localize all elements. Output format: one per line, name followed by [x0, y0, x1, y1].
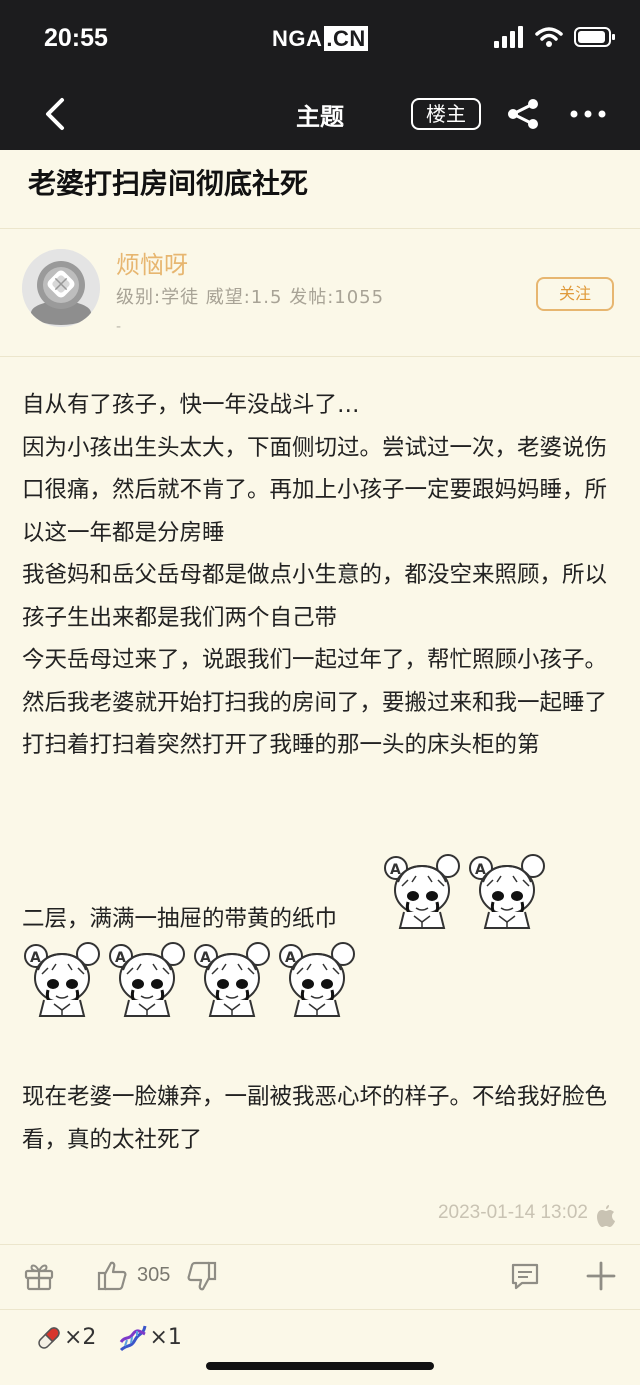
plus-icon	[586, 1261, 616, 1291]
status-time: 20:55	[44, 24, 108, 52]
dislike-button[interactable]	[184, 1259, 218, 1293]
crying-girl-sticker-icon: A	[194, 942, 270, 1017]
post-paragraph: 然后我老婆就开始打扫我的房间了，要搬过来和我一起睡了	[22, 689, 608, 716]
rewards-row: ×2 ×1	[34, 1322, 188, 1354]
reward-count: ×2	[64, 1325, 97, 1350]
share-button[interactable]	[505, 96, 541, 132]
dna-icon	[120, 1325, 147, 1352]
post-body: 自从有了孩子，快一年没战斗了… 因为小孩出生头太大，下面侧切过。尝试过一次，老婆…	[22, 384, 618, 767]
like-count: 305	[137, 1264, 171, 1286]
post-paragraph: 二层，满满一抽屉的带黄的纸巾	[22, 906, 338, 932]
post-paragraph: 因为小孩出生头太大，下面侧切过。尝试过一次，老婆说伤口很痛，然后就不肯了。再加上…	[22, 434, 608, 546]
post-paragraph: 自从有了孩子，快一年没战斗了…	[22, 392, 360, 418]
pill-icon	[38, 1327, 60, 1349]
author-name[interactable]: 烦恼呀	[116, 245, 188, 280]
author-block: 烦恼呀 级别:学徒 威望:1.5 发帖:1055 - 关注	[0, 229, 640, 357]
reply-plus-button[interactable]	[584, 1259, 618, 1293]
author-stats: 级别:学徒 威望:1.5 发帖:1055	[116, 287, 385, 308]
crying-girl-sticker-icon: A	[384, 854, 460, 929]
share-icon	[508, 99, 538, 129]
crying-girl-sticker-icon: A	[469, 854, 545, 929]
app-logo-text: NGA	[272, 26, 323, 51]
post-action-bar: 305	[0, 1244, 640, 1310]
reward-item: ×1	[117, 1322, 182, 1354]
comment-button[interactable]	[508, 1259, 542, 1293]
follow-button[interactable]: 关注	[536, 277, 614, 311]
gift-icon	[24, 1264, 54, 1291]
like-button[interactable]	[96, 1259, 130, 1293]
sticker-row: AA	[382, 852, 552, 936]
op-only-button[interactable]: 楼主	[411, 98, 481, 130]
wifi-icon	[535, 27, 563, 47]
system-icons	[493, 26, 616, 52]
thumbs-up-icon	[97, 1261, 127, 1291]
reward-item: ×2	[34, 1323, 96, 1353]
more-icon	[570, 110, 606, 118]
comment-icon	[511, 1263, 539, 1290]
sticker-row: AAAA	[22, 940, 362, 1024]
crying-girl-sticker-icon: A	[24, 942, 100, 1017]
post-paragraph: 打扫着打扫着突然打开了我睡的那一头的床头柜的第	[22, 732, 540, 758]
thumbs-down-icon	[187, 1261, 217, 1291]
reward-count: ×1	[149, 1325, 182, 1350]
app-logo: NGA .CN	[272, 26, 368, 52]
author-extra: -	[116, 319, 122, 335]
crying-girl-sticker-icon: A	[279, 942, 355, 1017]
topic-title: 老婆打扫房间彻底社死	[28, 167, 309, 200]
more-button[interactable]	[568, 96, 608, 132]
battery-icon	[574, 27, 615, 47]
avatar[interactable]	[22, 249, 100, 327]
post-paragraph: 今天岳母过来了，说跟我们一起过年了，帮忙照顾小孩子。	[22, 647, 608, 673]
app-logo-suffix: .CN	[324, 26, 368, 51]
apple-icon	[597, 1205, 615, 1227]
post-timestamp: 2023-01-14 13:02	[437, 1202, 588, 1223]
nav-bar: 主题 楼主	[0, 80, 640, 150]
status-bar: 20:55 NGA .CN	[0, 0, 640, 80]
diving-helmet-avatar-icon	[22, 249, 100, 327]
topic-title-bar: 老婆打扫房间彻底社死	[0, 150, 640, 229]
home-indicator	[206, 1362, 434, 1370]
nav-title: 主题	[296, 103, 344, 131]
post-paragraph: 我爸妈和岳父岳母都是做点小生意的，都没空来照顾，所以孩子生出来都是我们两个自己带	[22, 562, 608, 631]
crying-girl-sticker-icon: A	[109, 942, 185, 1017]
signal-icon	[493, 26, 523, 48]
post-paragraph: 现在老婆一脸嫌弃，一副被我恶心坏的样子。不给我好脸色看，真的太社死了	[22, 1084, 608, 1153]
gift-button[interactable]	[22, 1259, 56, 1293]
